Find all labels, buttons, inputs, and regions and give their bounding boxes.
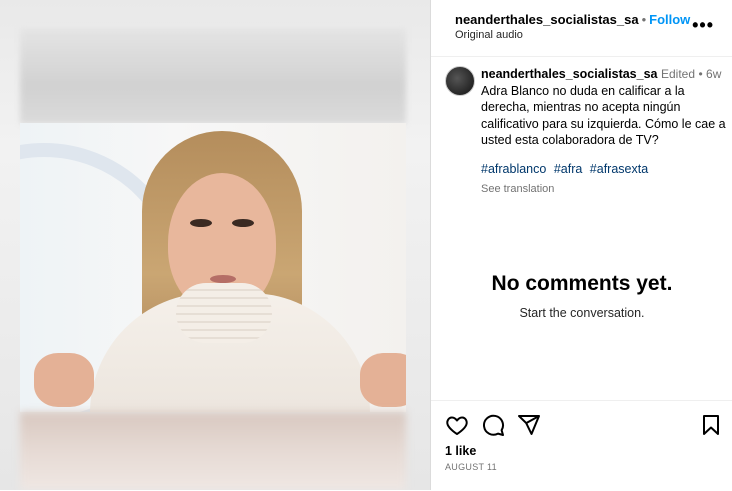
no-comments-title: No comments yet. bbox=[491, 272, 673, 295]
separator-dot: • bbox=[698, 67, 707, 81]
start-conversation-text: Start the conversation. bbox=[519, 306, 645, 320]
action-icons bbox=[445, 413, 725, 437]
hashtag-link[interactable]: #afrablanco bbox=[481, 162, 546, 176]
more-options-icon[interactable]: ••• bbox=[692, 15, 714, 36]
photo-hand-right bbox=[360, 353, 406, 407]
media-blur-top bbox=[20, 28, 406, 124]
edited-label: Edited bbox=[660, 67, 696, 81]
action-bar: 1 like AUGUST 11 bbox=[431, 400, 732, 491]
follow-button[interactable]: Follow bbox=[649, 12, 690, 27]
photo-hand-left bbox=[34, 353, 94, 407]
header-username[interactable]: neanderthales_socialistas_sa bbox=[455, 12, 639, 27]
share-icon[interactable] bbox=[517, 413, 541, 437]
see-translation-link[interactable]: See translation bbox=[481, 181, 727, 198]
media-blur-bottom bbox=[20, 412, 406, 490]
post-header: neanderthales_socialistas_sa • Follow Orig… bbox=[431, 0, 732, 57]
photo-turtleneck bbox=[176, 283, 272, 343]
caption-username[interactable]: neanderthales_socialistas_sa bbox=[481, 67, 658, 81]
hashtag-list: #afrablanco #afra #afrasexta bbox=[481, 161, 727, 178]
post-media[interactable] bbox=[0, 0, 430, 490]
post-sidebar: neanderthales_socialistas_sa • Follow Orig… bbox=[430, 0, 732, 490]
post-date[interactable]: AUGUST 11 bbox=[445, 462, 497, 472]
photo-eye-right bbox=[232, 219, 254, 227]
separator-dot: • bbox=[641, 12, 647, 27]
hashtag-link[interactable]: #afra bbox=[554, 162, 583, 176]
caption-text-block: neanderthales_socialistas_sa Edited • 6w… bbox=[481, 66, 727, 198]
comment-icon[interactable] bbox=[481, 413, 505, 437]
post-age[interactable]: 6w bbox=[706, 67, 721, 81]
header-user-line: neanderthales_socialistas_sa • Follow bbox=[455, 12, 690, 27]
photo-eye-left bbox=[190, 219, 212, 227]
avatar[interactable] bbox=[445, 66, 475, 96]
caption-body: Adra Blanco no duda en calificar a la de… bbox=[481, 83, 726, 148]
post-photo bbox=[20, 123, 406, 412]
bookmark-icon[interactable] bbox=[699, 413, 723, 437]
original-audio-link[interactable]: Original audio bbox=[455, 29, 523, 41]
hashtag-link[interactable]: #afrasexta bbox=[590, 162, 648, 176]
likes-count[interactable]: 1 like bbox=[445, 444, 476, 458]
photo-mouth bbox=[210, 275, 236, 283]
heart-icon[interactable] bbox=[445, 413, 469, 437]
